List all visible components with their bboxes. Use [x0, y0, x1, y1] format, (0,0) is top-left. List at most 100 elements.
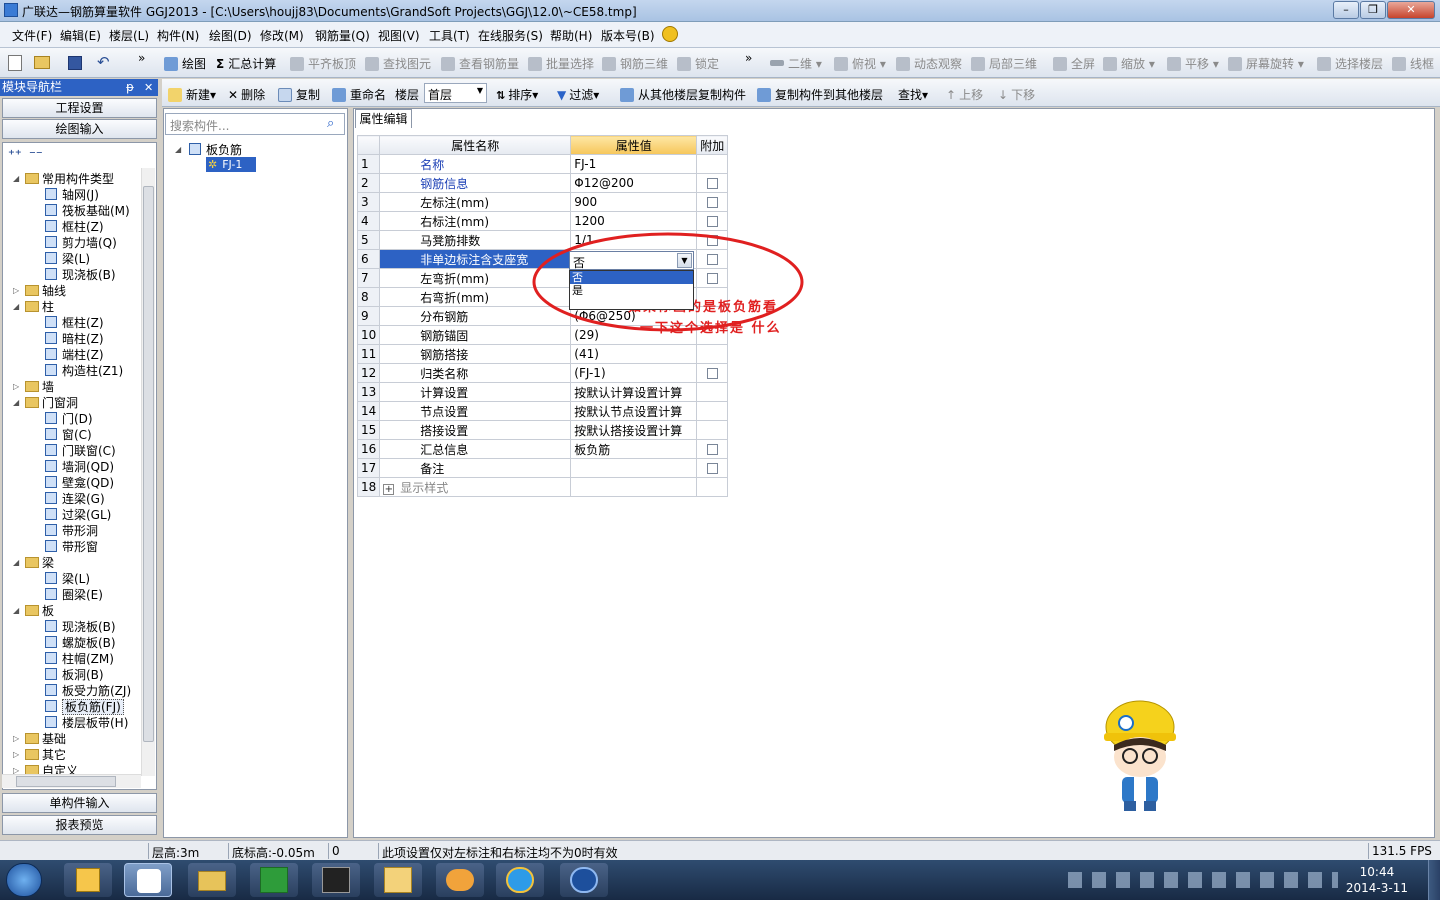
tree-item[interactable]: 板洞(B) [33, 667, 104, 683]
drawing-input-button[interactable]: 绘图输入 [2, 119, 157, 139]
tree-item[interactable]: 楼层板带(H) [33, 715, 128, 731]
taskbar-app-edit[interactable] [374, 863, 422, 897]
tree-folder[interactable]: ▷ 其它 [13, 747, 66, 763]
tree-item[interactable]: 墙洞(QD) [33, 459, 114, 475]
single-input-button[interactable]: 单构件输入 [2, 793, 157, 813]
property-row[interactable]: 17 备注 [356, 458, 729, 478]
toolbar-lock[interactable]: 锁定 [677, 55, 719, 72]
property-row[interactable]: 14 节点设置 按默认节点设置计算 [356, 401, 729, 421]
tree-folder[interactable]: ▷ 轴线 [13, 283, 66, 299]
property-value[interactable]: (FJ-1) [570, 363, 698, 383]
property-value[interactable]: Φ12@200 [570, 173, 698, 193]
minimize-button[interactable]: – [1333, 1, 1359, 19]
menu-file[interactable]: 文件(F) [12, 27, 52, 44]
search-icon[interactable]: ⌕ [327, 116, 334, 131]
extra-checkbox[interactable] [706, 178, 718, 189]
tree-item[interactable]: 暗柱(Z) [33, 331, 104, 347]
tab-property-edit[interactable]: 属性编辑 [355, 109, 412, 128]
tree-item[interactable]: 螺旋板(B) [33, 635, 116, 651]
property-row[interactable]: 3 左标注(mm) 900 [356, 192, 729, 212]
tree-item[interactable]: 圈梁(E) [33, 587, 103, 603]
close-icon[interactable]: ✕ [144, 79, 153, 96]
scroll-thumb[interactable] [143, 186, 154, 742]
tree-expand-icon[interactable]: ▷ [13, 731, 19, 747]
open-folder-icon[interactable] [34, 56, 50, 69]
extra-checkbox[interactable] [706, 197, 718, 208]
component-item-fj1[interactable]: ✲ FJ-1 [206, 157, 256, 172]
toolbar-dynamic-view[interactable]: 动态观察 [896, 55, 962, 72]
tree-item[interactable]: 带形窗 [33, 539, 98, 555]
menu-floor[interactable]: 楼层(L) [109, 27, 149, 44]
tree-expand-icon[interactable]: ▷ [13, 283, 19, 299]
toolbar-view-rebar[interactable]: 查看钢筋量 [441, 55, 519, 72]
toolbar-rotate[interactable]: 屏幕旋转 ▾ [1228, 55, 1304, 72]
property-value[interactable]: 900 [570, 192, 698, 212]
menu-version[interactable]: 版本号(B) [601, 27, 655, 44]
toolbar-select-floor[interactable]: 选择楼层 [1317, 55, 1383, 72]
menu-view[interactable]: 视图(V) [378, 27, 420, 44]
menu-rebar[interactable]: 钢筋量(Q) [315, 27, 370, 44]
extra-checkbox[interactable] [706, 463, 718, 474]
tree-item[interactable]: 过梁(GL) [33, 507, 111, 523]
menu-edit[interactable]: 编辑(E) [60, 27, 101, 44]
component-root[interactable]: 板负筋 [189, 141, 242, 158]
overflow-chevron-icon[interactable]: » [138, 51, 145, 65]
tree-expander[interactable]: ◢ [175, 145, 181, 154]
tree-item[interactable]: 梁(L) [33, 251, 90, 267]
tree-item[interactable]: 柱帽(ZM) [33, 651, 114, 667]
tree-item[interactable]: 板负筋(FJ) [33, 699, 124, 715]
report-preview-button[interactable]: 报表预览 [2, 815, 157, 835]
property-row[interactable]: 13 计算设置 按默认计算设置计算 [356, 382, 729, 402]
overflow-chevron-icon[interactable]: » [745, 51, 752, 65]
tree-expand-icon[interactable]: ▷ [13, 747, 19, 763]
toolbar-batch-select[interactable]: 批量选择 [528, 55, 594, 72]
dropdown-option-yes[interactable]: 是 [570, 284, 693, 297]
floor-select[interactable]: 首层 ▼ [424, 83, 487, 103]
save-icon[interactable] [68, 56, 82, 70]
tree-folder[interactable]: ▷ 墙 [13, 379, 54, 395]
move-up-button[interactable]: ↑ 上移 [946, 86, 983, 103]
tree-item[interactable]: 板受力筋(ZJ) [33, 683, 131, 699]
taskbar-app-green[interactable] [250, 863, 298, 897]
windows-start-button[interactable] [6, 863, 42, 897]
menu-component[interactable]: 构件(N) [157, 27, 199, 44]
property-row[interactable]: 11 钢筋搭接 (41) [356, 344, 729, 364]
menu-online[interactable]: 在线服务(S) [478, 27, 543, 44]
taskbar-app-g[interactable] [560, 863, 608, 897]
tree-vertical-scrollbar[interactable] [141, 168, 155, 776]
tree-item[interactable]: 梁(L) [33, 571, 90, 587]
collapse-all-icon[interactable]: ⁻⁻ [29, 148, 43, 163]
property-value[interactable]: 按默认节点设置计算 [570, 401, 698, 421]
boolean-dropdown[interactable]: 否 [569, 251, 694, 270]
restore-button[interactable]: ❐ [1360, 1, 1386, 19]
show-desktop-button[interactable] [1428, 860, 1440, 900]
copy-from-floor-button[interactable]: 从其他楼层复制构件 [620, 86, 746, 103]
tree-collapse-icon[interactable]: ◢ [13, 603, 19, 619]
tree-expand-icon[interactable]: ▷ [13, 379, 19, 395]
close-button[interactable]: ✕ [1387, 1, 1435, 19]
menu-help[interactable]: 帮助(H) [550, 27, 592, 44]
property-value[interactable]: FJ-1 [570, 154, 698, 174]
tree-item[interactable]: 现浇板(B) [33, 619, 116, 635]
tree-item[interactable]: 窗(C) [33, 427, 92, 443]
new-button[interactable]: 新建▾ [168, 86, 216, 103]
tree-folder[interactable]: ◢ 梁 [13, 555, 54, 571]
property-value[interactable]: 按默认计算设置计算 [570, 382, 698, 402]
tree-collapse-icon[interactable]: ◢ [13, 395, 19, 411]
system-tray-icons[interactable] [1068, 872, 1338, 888]
toolbar-pan[interactable]: 平移 ▾ [1167, 55, 1219, 72]
undo-icon[interactable]: ↶ [97, 53, 110, 71]
tree-horizontal-scrollbar[interactable] [2, 774, 141, 788]
tree-item[interactable]: 框柱(Z) [33, 219, 104, 235]
extra-checkbox[interactable] [706, 368, 718, 379]
toolbar-local-3d[interactable]: 局部三维 [971, 55, 1037, 72]
tree-item[interactable]: 端柱(Z) [33, 347, 104, 363]
tree-folder[interactable]: ◢ 常用构件类型 [13, 171, 114, 187]
pin-icon[interactable]: ᵽ [126, 79, 134, 96]
copy-to-floor-button[interactable]: 复制构件到其他楼层 [757, 86, 883, 103]
tree-item[interactable]: 门(D) [33, 411, 93, 427]
tree-collapse-icon[interactable]: ◢ [13, 299, 19, 315]
toolbar-top-view[interactable]: 俯视 ▾ [834, 55, 886, 72]
toolbar-summary[interactable]: Σ 汇总计算 [216, 55, 276, 72]
sort-button[interactable]: ⇅ 排序▾ [496, 86, 538, 103]
